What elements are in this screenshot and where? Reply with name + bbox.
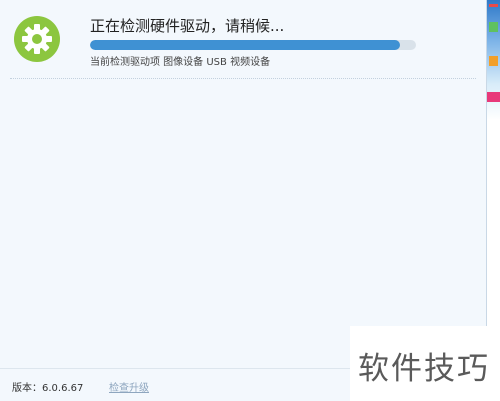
version-label: 版本：6.0.6.67 bbox=[12, 383, 84, 394]
divider bbox=[10, 78, 476, 79]
watermark-text: 软件技巧 bbox=[358, 351, 490, 387]
background-window-edge bbox=[487, 0, 500, 120]
check-update-link[interactable]: 检查升级 bbox=[109, 379, 149, 394]
status-detail: 当前检测驱动项 图像设备 USB 视频设备 bbox=[90, 57, 271, 68]
progress-bar bbox=[90, 40, 416, 50]
status-title: 正在检测硬件驱动，请稍候... bbox=[90, 17, 285, 35]
progress-fill bbox=[90, 40, 400, 50]
gear-icon bbox=[14, 16, 60, 62]
watermark: 软件技巧 bbox=[350, 326, 500, 401]
